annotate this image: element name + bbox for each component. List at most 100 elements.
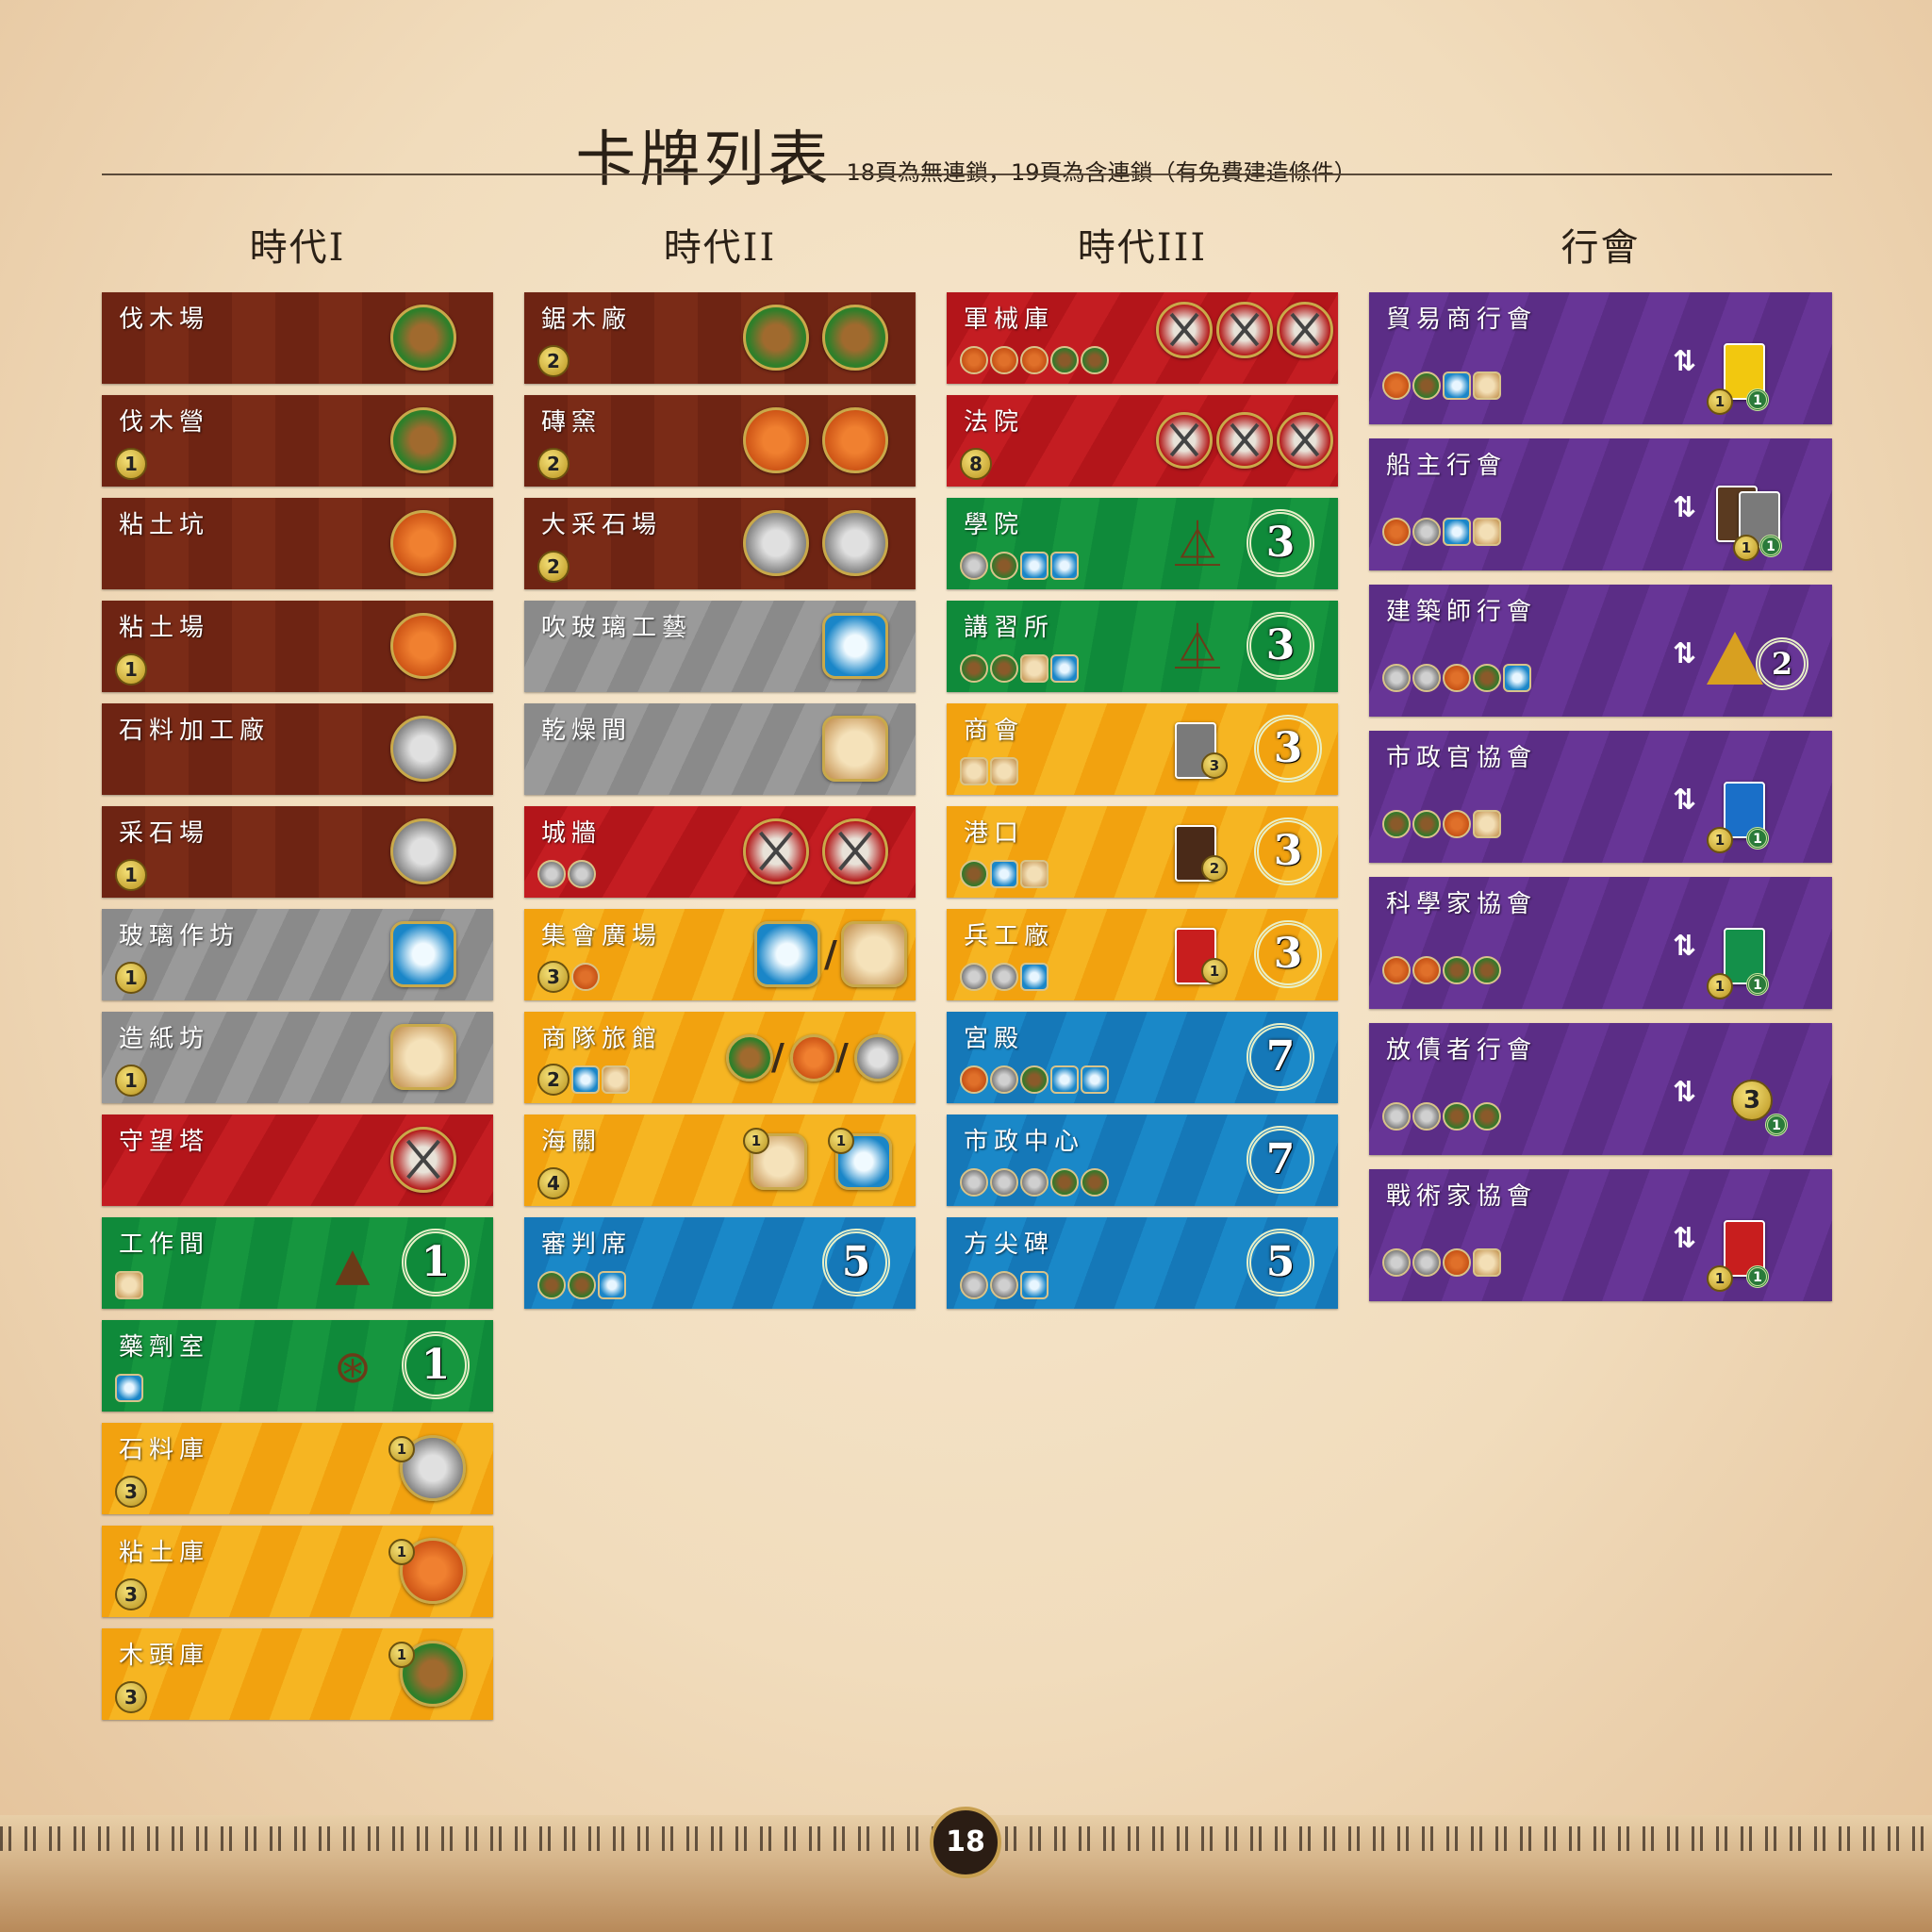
stone-icon <box>960 552 988 580</box>
wood-icon <box>1050 346 1079 374</box>
cost-strip <box>537 1271 726 1299</box>
card: 鋸木廠 2 <box>524 292 916 384</box>
guild-card: 市政官協會 ⇅ 1 1 <box>1369 731 1832 863</box>
shield-icon <box>1216 412 1273 469</box>
card-name: 法院 <box>964 408 1025 437</box>
card: 商會 3 3 <box>947 703 1338 795</box>
card-name: 乾燥間 <box>541 717 633 745</box>
cost-strip <box>960 1168 1148 1197</box>
shield-icon <box>1156 302 1213 358</box>
clay-icon <box>790 1034 837 1082</box>
trade-coin: 1 <box>743 1128 769 1154</box>
wood-icon <box>1473 956 1501 984</box>
card: 伐木場 <box>102 292 493 384</box>
card-name: 造紙坊 <box>119 1025 210 1053</box>
glass-icon <box>598 1271 626 1299</box>
card: 粘土場 1 <box>102 601 493 692</box>
card: 守望塔 <box>102 1115 493 1206</box>
clay-icon <box>1382 372 1411 400</box>
wheel-icon: ⊛ <box>333 1341 372 1394</box>
card: 城牆 <box>524 806 916 898</box>
stone-icon <box>990 1168 1018 1197</box>
papyrus-icon <box>390 1024 456 1090</box>
card-name: 吹玻璃工藝 <box>541 614 693 642</box>
card: 石料庫 3 1 <box>102 1423 493 1514</box>
compass-icon: ▲ <box>335 1238 371 1291</box>
age1-heading: 時代I <box>249 226 346 270</box>
card-name: 粘土坑 <box>119 511 210 539</box>
stone-icon <box>854 1034 901 1082</box>
clay-icon <box>1382 956 1411 984</box>
card: 方尖碑 5 <box>947 1217 1338 1309</box>
glass-icon <box>1050 552 1079 580</box>
page-title: 卡牌列表 <box>575 125 833 195</box>
glass-icon <box>1050 654 1079 683</box>
wood-icon <box>1412 372 1441 400</box>
age3-heading: 時代III <box>1077 226 1208 270</box>
cost-strip <box>1382 1248 1571 1277</box>
guild-card: 放債者行會 ⇅ 3 1 <box>1369 1023 1832 1155</box>
card: 乾燥間 <box>524 703 916 795</box>
cost-strip <box>115 1374 304 1402</box>
papyrus-icon <box>990 757 1018 785</box>
trade-coin: 1 <box>388 1436 415 1462</box>
coin-reward: 1 <box>1707 827 1733 853</box>
wood-icon <box>960 654 988 683</box>
card-name: 軍械庫 <box>964 305 1055 334</box>
coin-cost: 2 <box>537 1064 570 1096</box>
glass-icon <box>1443 518 1471 546</box>
card: 藥劑室 ⊛ 1 <box>102 1320 493 1412</box>
wood-icon <box>990 552 1018 580</box>
vp-reward: 1 <box>1746 1265 1769 1288</box>
stone-icon <box>743 510 809 576</box>
glass-icon <box>1081 1065 1109 1094</box>
card-name: 守望塔 <box>119 1128 210 1156</box>
age2-heading: 時代II <box>663 226 777 270</box>
card-name: 集會廣場 <box>541 922 663 950</box>
stone-icon <box>537 860 566 888</box>
clay-icon <box>1443 1248 1471 1277</box>
papyrus-icon <box>1020 860 1049 888</box>
card: 兵工廠 1 3 <box>947 909 1338 1000</box>
wood-icon <box>960 860 988 888</box>
shield-icon <box>1277 302 1333 358</box>
stone-icon <box>390 716 456 782</box>
victory-points: 3 <box>1247 612 1314 680</box>
stone-icon <box>1412 518 1441 546</box>
card-name: 木頭庫 <box>119 1642 210 1670</box>
card-name: 伐木場 <box>119 305 210 334</box>
papyrus-icon <box>841 921 907 987</box>
clay-icon <box>390 510 456 576</box>
neighbor-arrows-icon: ⇅ <box>1673 930 1697 963</box>
coin-reward: 3 <box>1201 752 1228 779</box>
cost-strip <box>960 860 1148 888</box>
shield-icon <box>1216 302 1273 358</box>
page-subtitle: 18頁為無連鎖，19頁為含連鎖（有免費建造條件） <box>846 159 1357 186</box>
card: 講習所 ⏅ 3 <box>947 601 1338 692</box>
card-name: 講習所 <box>964 614 1055 642</box>
card: 審判席 5 <box>524 1217 916 1309</box>
coin-cost: 4 <box>537 1167 570 1199</box>
victory-points: 3 <box>1254 920 1322 988</box>
sundial-icon: ⏅ <box>1174 621 1220 674</box>
wood-icon <box>1473 664 1501 692</box>
stone-icon <box>960 1168 988 1197</box>
card-name: 粘土場 <box>119 614 210 642</box>
or-separator: / <box>835 1036 849 1078</box>
card-name: 市政官協會 <box>1386 744 1538 772</box>
card: 粘土庫 3 1 <box>102 1526 493 1617</box>
card-name: 學院 <box>964 511 1025 539</box>
card-name: 方尖碑 <box>964 1230 1055 1259</box>
cost-strip <box>115 1271 304 1299</box>
victory-points: 3 <box>1254 817 1322 885</box>
glass-icon <box>115 1374 143 1402</box>
card-name: 審判席 <box>541 1230 633 1259</box>
cost-strip <box>960 963 1148 991</box>
victory-points: 7 <box>1247 1023 1314 1091</box>
papyrus-icon <box>1473 372 1501 400</box>
neighbor-arrows-icon: ⇅ <box>1673 637 1697 670</box>
coin-cost: 1 <box>115 1065 147 1097</box>
wood-icon <box>390 407 456 473</box>
papyrus-icon <box>1020 654 1049 683</box>
wood-icon <box>1443 1102 1471 1131</box>
